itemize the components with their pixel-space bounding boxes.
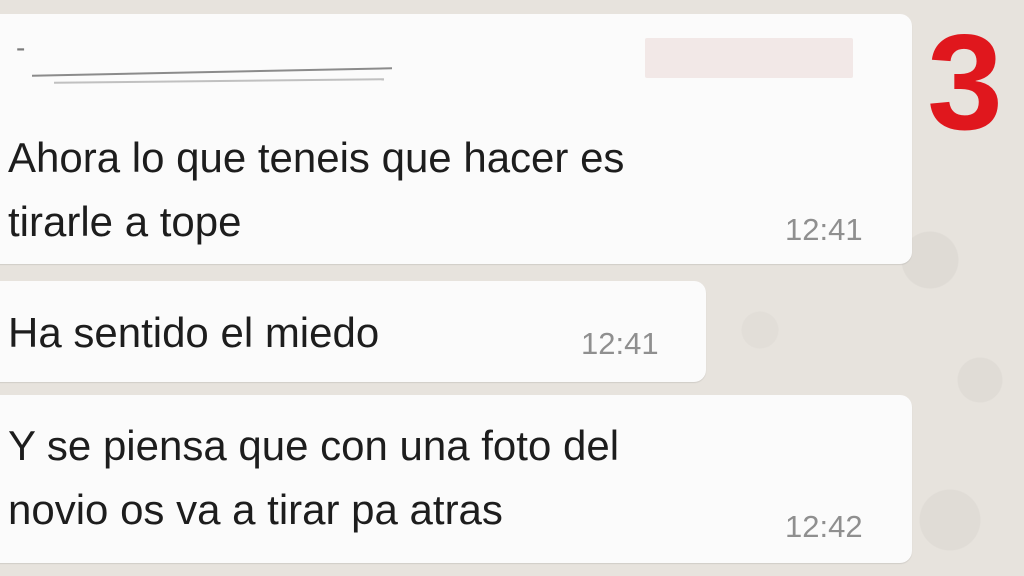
- message-text: Ahora lo que teneis que hacer es tirarle…: [8, 134, 625, 245]
- message-time: 12:41: [785, 212, 863, 247]
- message-text: Ha sentido el miedo: [8, 309, 380, 356]
- message-time: 12:42: [785, 509, 863, 544]
- message-bubble-2[interactable]: Ha sentido el miedo 12:41: [0, 281, 706, 382]
- message-time: 12:41: [581, 326, 659, 361]
- message-text: Y se piensa que con una foto del novio o…: [8, 422, 620, 533]
- sender-name: -: [16, 32, 27, 63]
- message-bubble-3[interactable]: Y se piensa que con una foto del novio o…: [0, 395, 912, 563]
- message-bubble-1[interactable]: - Ahora lo que teneis que hacer es tirar…: [0, 14, 912, 264]
- redacted-sender-info: [645, 38, 853, 78]
- step-number-overlay: 3: [927, 6, 1003, 158]
